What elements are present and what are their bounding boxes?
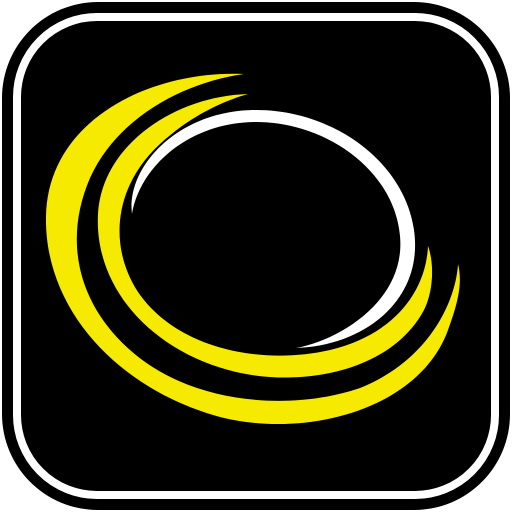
app-icon[interactable] <box>0 0 512 512</box>
icon-tile-outer <box>2 2 510 510</box>
swirl-ring-icon <box>2 2 510 510</box>
